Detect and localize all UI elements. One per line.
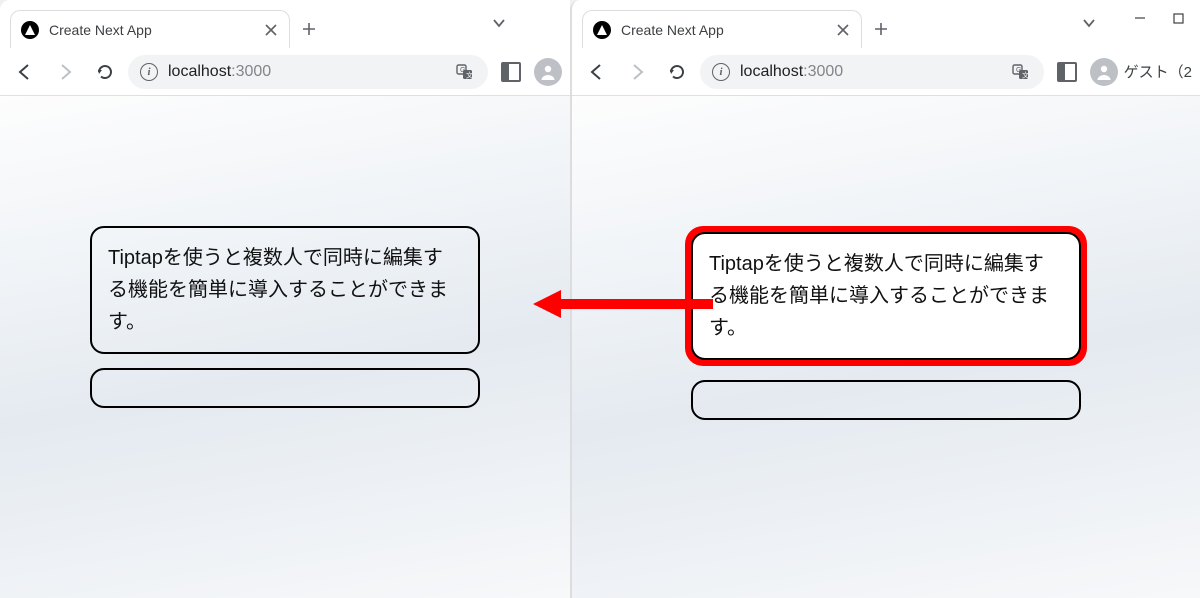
browser-tab[interactable]: Create Next App bbox=[582, 10, 862, 48]
guest-label: ゲスト（2 bbox=[1124, 61, 1192, 82]
new-tab-button[interactable] bbox=[294, 14, 324, 44]
url-text: localhost:3000 bbox=[168, 63, 271, 81]
tab-title: Create Next App bbox=[49, 22, 253, 38]
side-panel-icon bbox=[1057, 62, 1077, 82]
new-tab-button[interactable] bbox=[866, 14, 896, 44]
svg-text:文: 文 bbox=[1022, 70, 1029, 79]
profile-avatar[interactable] bbox=[534, 58, 562, 86]
maximize-button[interactable] bbox=[1164, 6, 1192, 30]
editor-content-box[interactable]: Tiptapを使うと複数人で同時に編集する機能を簡単に導入することができます。 bbox=[691, 232, 1081, 360]
browser-window-left: Create Next App i localhost:3000 bbox=[0, 0, 570, 598]
profile-avatar[interactable] bbox=[1090, 58, 1118, 86]
translate-icon[interactable]: G文 bbox=[1010, 61, 1032, 83]
translate-icon[interactable]: G文 bbox=[454, 61, 476, 83]
side-panel-button[interactable] bbox=[1050, 55, 1084, 89]
favicon-icon bbox=[593, 21, 611, 39]
favicon-icon bbox=[21, 21, 39, 39]
forward-button[interactable] bbox=[620, 55, 654, 89]
editor-empty-box[interactable] bbox=[90, 368, 480, 408]
editor-empty-box[interactable] bbox=[691, 380, 1081, 420]
close-icon[interactable] bbox=[263, 22, 279, 38]
back-button[interactable] bbox=[580, 55, 614, 89]
svg-text:G: G bbox=[1016, 67, 1021, 74]
url-text: localhost:3000 bbox=[740, 63, 843, 81]
editor-content-box[interactable]: Tiptapを使うと複数人で同時に編集する機能を簡単に導入することができます。 bbox=[90, 226, 480, 354]
close-icon[interactable] bbox=[835, 22, 851, 38]
reload-button[interactable] bbox=[88, 55, 122, 89]
minimize-button[interactable] bbox=[1126, 6, 1154, 30]
tab-strip: Create Next App bbox=[0, 0, 570, 48]
toolbar: i localhost:3000 G文 ゲスト（2 bbox=[572, 48, 1200, 96]
svg-text:G: G bbox=[460, 67, 465, 74]
site-info-icon[interactable]: i bbox=[140, 63, 158, 81]
site-info-icon[interactable]: i bbox=[712, 63, 730, 81]
tab-search-icon[interactable] bbox=[1078, 12, 1100, 34]
svg-text:文: 文 bbox=[466, 70, 473, 79]
tab-search-icon[interactable] bbox=[488, 12, 510, 34]
page-viewport: Tiptapを使うと複数人で同時に編集する機能を簡単に導入することができます。 bbox=[572, 96, 1200, 598]
browser-window-right: Create Next App bbox=[570, 0, 1200, 598]
address-bar[interactable]: i localhost:3000 G文 bbox=[128, 55, 488, 89]
side-panel-button[interactable] bbox=[494, 55, 528, 89]
window-controls bbox=[1126, 6, 1192, 30]
sync-highlight: Tiptapを使うと複数人で同時に編集する機能を簡単に導入することができます。 bbox=[685, 226, 1087, 366]
browser-tab[interactable]: Create Next App bbox=[10, 10, 290, 48]
tab-title: Create Next App bbox=[621, 22, 825, 38]
page-viewport: Tiptapを使うと複数人で同時に編集する機能を簡単に導入することができます。 bbox=[0, 96, 570, 598]
address-bar[interactable]: i localhost:3000 G文 bbox=[700, 55, 1044, 89]
reload-button[interactable] bbox=[660, 55, 694, 89]
toolbar: i localhost:3000 G文 bbox=[0, 48, 570, 96]
back-button[interactable] bbox=[8, 55, 42, 89]
tab-strip: Create Next App bbox=[572, 0, 1200, 48]
side-panel-icon bbox=[501, 62, 521, 82]
forward-button[interactable] bbox=[48, 55, 82, 89]
